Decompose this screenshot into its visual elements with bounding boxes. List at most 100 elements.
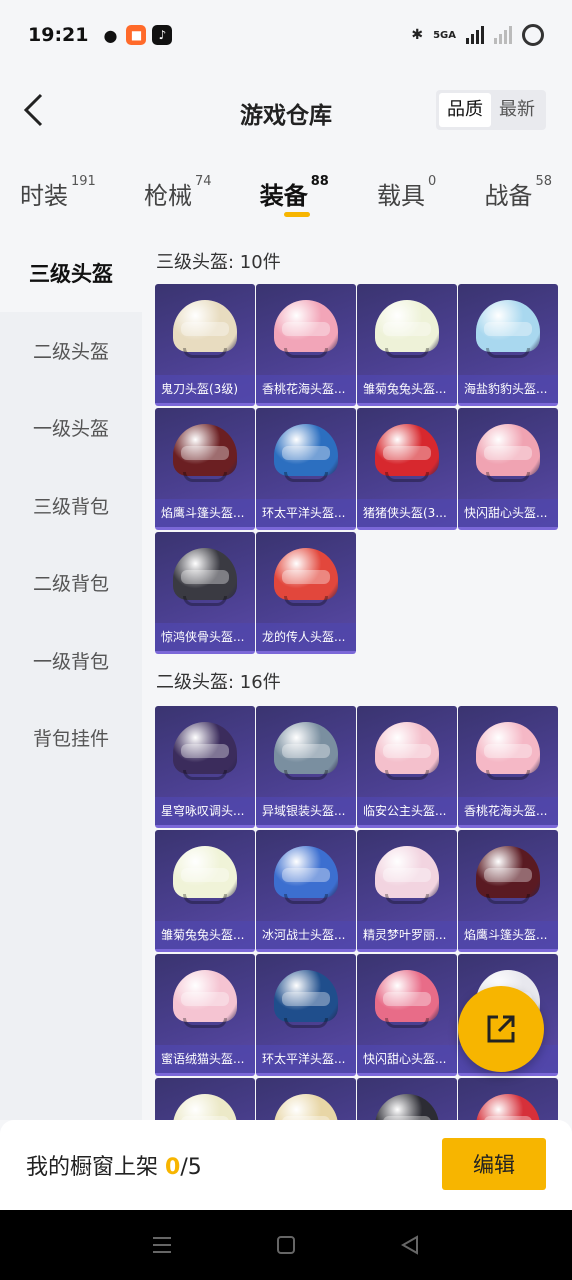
status-indicators: ✱ 5GA: [411, 24, 544, 46]
item-card[interactable]: 星穹咏叹调头...: [155, 706, 255, 828]
item-card[interactable]: 临安公主头盔...: [357, 706, 457, 828]
item-name: 焰鹰斗篷头盔...: [155, 499, 255, 527]
item-name: 冰河战士头盔...: [256, 921, 356, 949]
item-card[interactable]: 猪猪侠头盔(3...: [357, 408, 457, 530]
helmet-icon: [173, 424, 237, 484]
helmet-icon: [274, 424, 338, 484]
helmet-icon: [476, 424, 540, 484]
sidebar-item-level3-helmet[interactable]: 三级头盔: [0, 234, 142, 312]
network-label: 5GA: [433, 29, 456, 41]
app-orange-icon: ■: [126, 25, 147, 45]
helmet-icon: [173, 1094, 237, 1120]
item-name: 香桃花海头盔...: [256, 375, 356, 403]
back-nav-icon[interactable]: [398, 1233, 422, 1257]
showcase-count: 0: [165, 1155, 181, 1180]
wechat-icon: ●: [103, 25, 118, 45]
signal-2-icon: [494, 26, 512, 44]
tab-vehicles[interactable]: 载具0: [377, 160, 436, 230]
item-card[interactable]: 龙的传人头盔...: [256, 532, 356, 654]
item-name: 异域银装头盔...: [256, 797, 356, 825]
home-icon[interactable]: [274, 1233, 298, 1257]
helmet-icon: [375, 846, 439, 906]
showcase-total: /5: [180, 1155, 202, 1180]
item-card[interactable]: [155, 1078, 255, 1120]
tab-count: 88: [310, 174, 329, 189]
helmet-icon: [274, 970, 338, 1030]
helmet-icon: [375, 970, 439, 1030]
item-name: 猪猪侠头盔(3...: [357, 499, 457, 527]
item-card[interactable]: 雏菊兔兔头盔...: [357, 284, 457, 406]
item-card[interactable]: [357, 1078, 457, 1120]
helmet-icon: [476, 1094, 540, 1120]
edit-button[interactable]: 编辑: [442, 1138, 546, 1190]
active-tab-indicator: [283, 212, 310, 217]
tab-equipment[interactable]: 装备88: [260, 160, 329, 230]
tab-guns[interactable]: 枪械74: [144, 160, 212, 230]
tab-count: 74: [195, 174, 212, 189]
sidebar-item-level1-backpack[interactable]: 一级背包: [0, 622, 142, 700]
status-app-icons: ● ■ ♪: [100, 25, 173, 45]
signal-icon: [466, 26, 484, 44]
item-card[interactable]: 香桃花海头盔...: [256, 284, 356, 406]
item-card[interactable]: 雏菊兔兔头盔...: [155, 830, 255, 952]
item-name: 龙的传人头盔...: [256, 623, 356, 651]
helmet-icon: [476, 300, 540, 360]
helmet-icon: [476, 722, 540, 782]
sort-latest-button[interactable]: 最新: [491, 93, 543, 127]
item-card[interactable]: 快闪甜心头盔...: [458, 408, 558, 530]
tab-label: 战备: [484, 182, 533, 210]
tab-supplies[interactable]: 战备58: [484, 160, 552, 230]
sidebar-item-level2-helmet[interactable]: 二级头盔: [0, 312, 142, 390]
tab-label: 枪械: [144, 182, 192, 210]
helmet-icon: [173, 300, 237, 360]
sidebar-item-level2-backpack[interactable]: 二级背包: [0, 544, 142, 622]
sidebar-item-backpack-charm[interactable]: 背包挂件: [0, 699, 142, 777]
bluetooth-icon: ✱: [411, 27, 424, 43]
helmet-icon: [274, 846, 338, 906]
item-name: 鬼刀头盔(3级): [155, 375, 255, 403]
share-button[interactable]: [458, 986, 544, 1072]
item-card[interactable]: 异域银装头盔...: [256, 706, 356, 828]
item-name: 海盐豹豹头盔...: [458, 375, 558, 403]
helmet-icon: [375, 424, 439, 484]
item-card[interactable]: 蜜语绒猫头盔...: [155, 954, 255, 1076]
item-card[interactable]: 精灵梦叶罗丽...: [357, 830, 457, 952]
item-card[interactable]: 海盐豹豹头盔...: [458, 284, 558, 406]
system-navbar: [0, 1210, 572, 1280]
status-time: 19:21: [28, 24, 89, 46]
showcase-bar: 我的橱窗上架 0/5 编辑: [0, 1120, 572, 1210]
helmet-icon: [375, 300, 439, 360]
menu-icon[interactable]: [150, 1233, 174, 1257]
item-card[interactable]: 冰河战士头盔...: [256, 830, 356, 952]
header: 游戏仓库 品质 最新: [0, 70, 572, 150]
item-name: 环太平洋头盔...: [256, 1045, 356, 1073]
status-bar: 19:21 ● ■ ♪ ✱ 5GA: [0, 0, 572, 70]
category-tabs: 时装191 枪械74 装备88 载具0 战备58: [0, 160, 572, 230]
share-icon: [487, 1015, 515, 1043]
helmet-icon: [274, 300, 338, 360]
item-card[interactable]: 香桃花海头盔...: [458, 706, 558, 828]
item-card[interactable]: 环太平洋头盔...: [256, 408, 356, 530]
helmet-icon: [173, 722, 237, 782]
showcase-status: 我的橱窗上架 0/5: [26, 1149, 202, 1181]
item-card[interactable]: 惊鸿侠骨头盔...: [155, 532, 255, 654]
section-title: 三级头盔: 10件: [156, 252, 281, 273]
tab-count: 0: [427, 174, 437, 189]
sort-quality-button[interactable]: 品质: [439, 93, 491, 127]
tab-fashion[interactable]: 时装191: [20, 160, 96, 230]
sidebar-item-level3-backpack[interactable]: 三级背包: [0, 467, 142, 545]
tiktok-icon: ♪: [152, 25, 173, 45]
item-card[interactable]: 焰鹰斗篷头盔...: [458, 830, 558, 952]
item-card[interactable]: 快闪甜心头盔...: [357, 954, 457, 1076]
showcase-label: 我的橱窗上架: [26, 1155, 159, 1180]
item-name: 环太平洋头盔...: [256, 499, 356, 527]
item-name: 焰鹰斗篷头盔...: [458, 921, 558, 949]
item-card[interactable]: [458, 1078, 558, 1120]
sidebar-item-level1-helmet[interactable]: 一级头盔: [0, 389, 142, 467]
item-name: 香桃花海头盔...: [458, 797, 558, 825]
sidebar: 三级头盔 二级头盔 一级头盔 三级背包 二级背包 一级背包 背包挂件: [0, 234, 142, 1120]
item-card[interactable]: 鬼刀头盔(3级): [155, 284, 255, 406]
item-card[interactable]: 焰鹰斗篷头盔...: [155, 408, 255, 530]
item-card[interactable]: [256, 1078, 356, 1120]
item-card[interactable]: 环太平洋头盔...: [256, 954, 356, 1076]
